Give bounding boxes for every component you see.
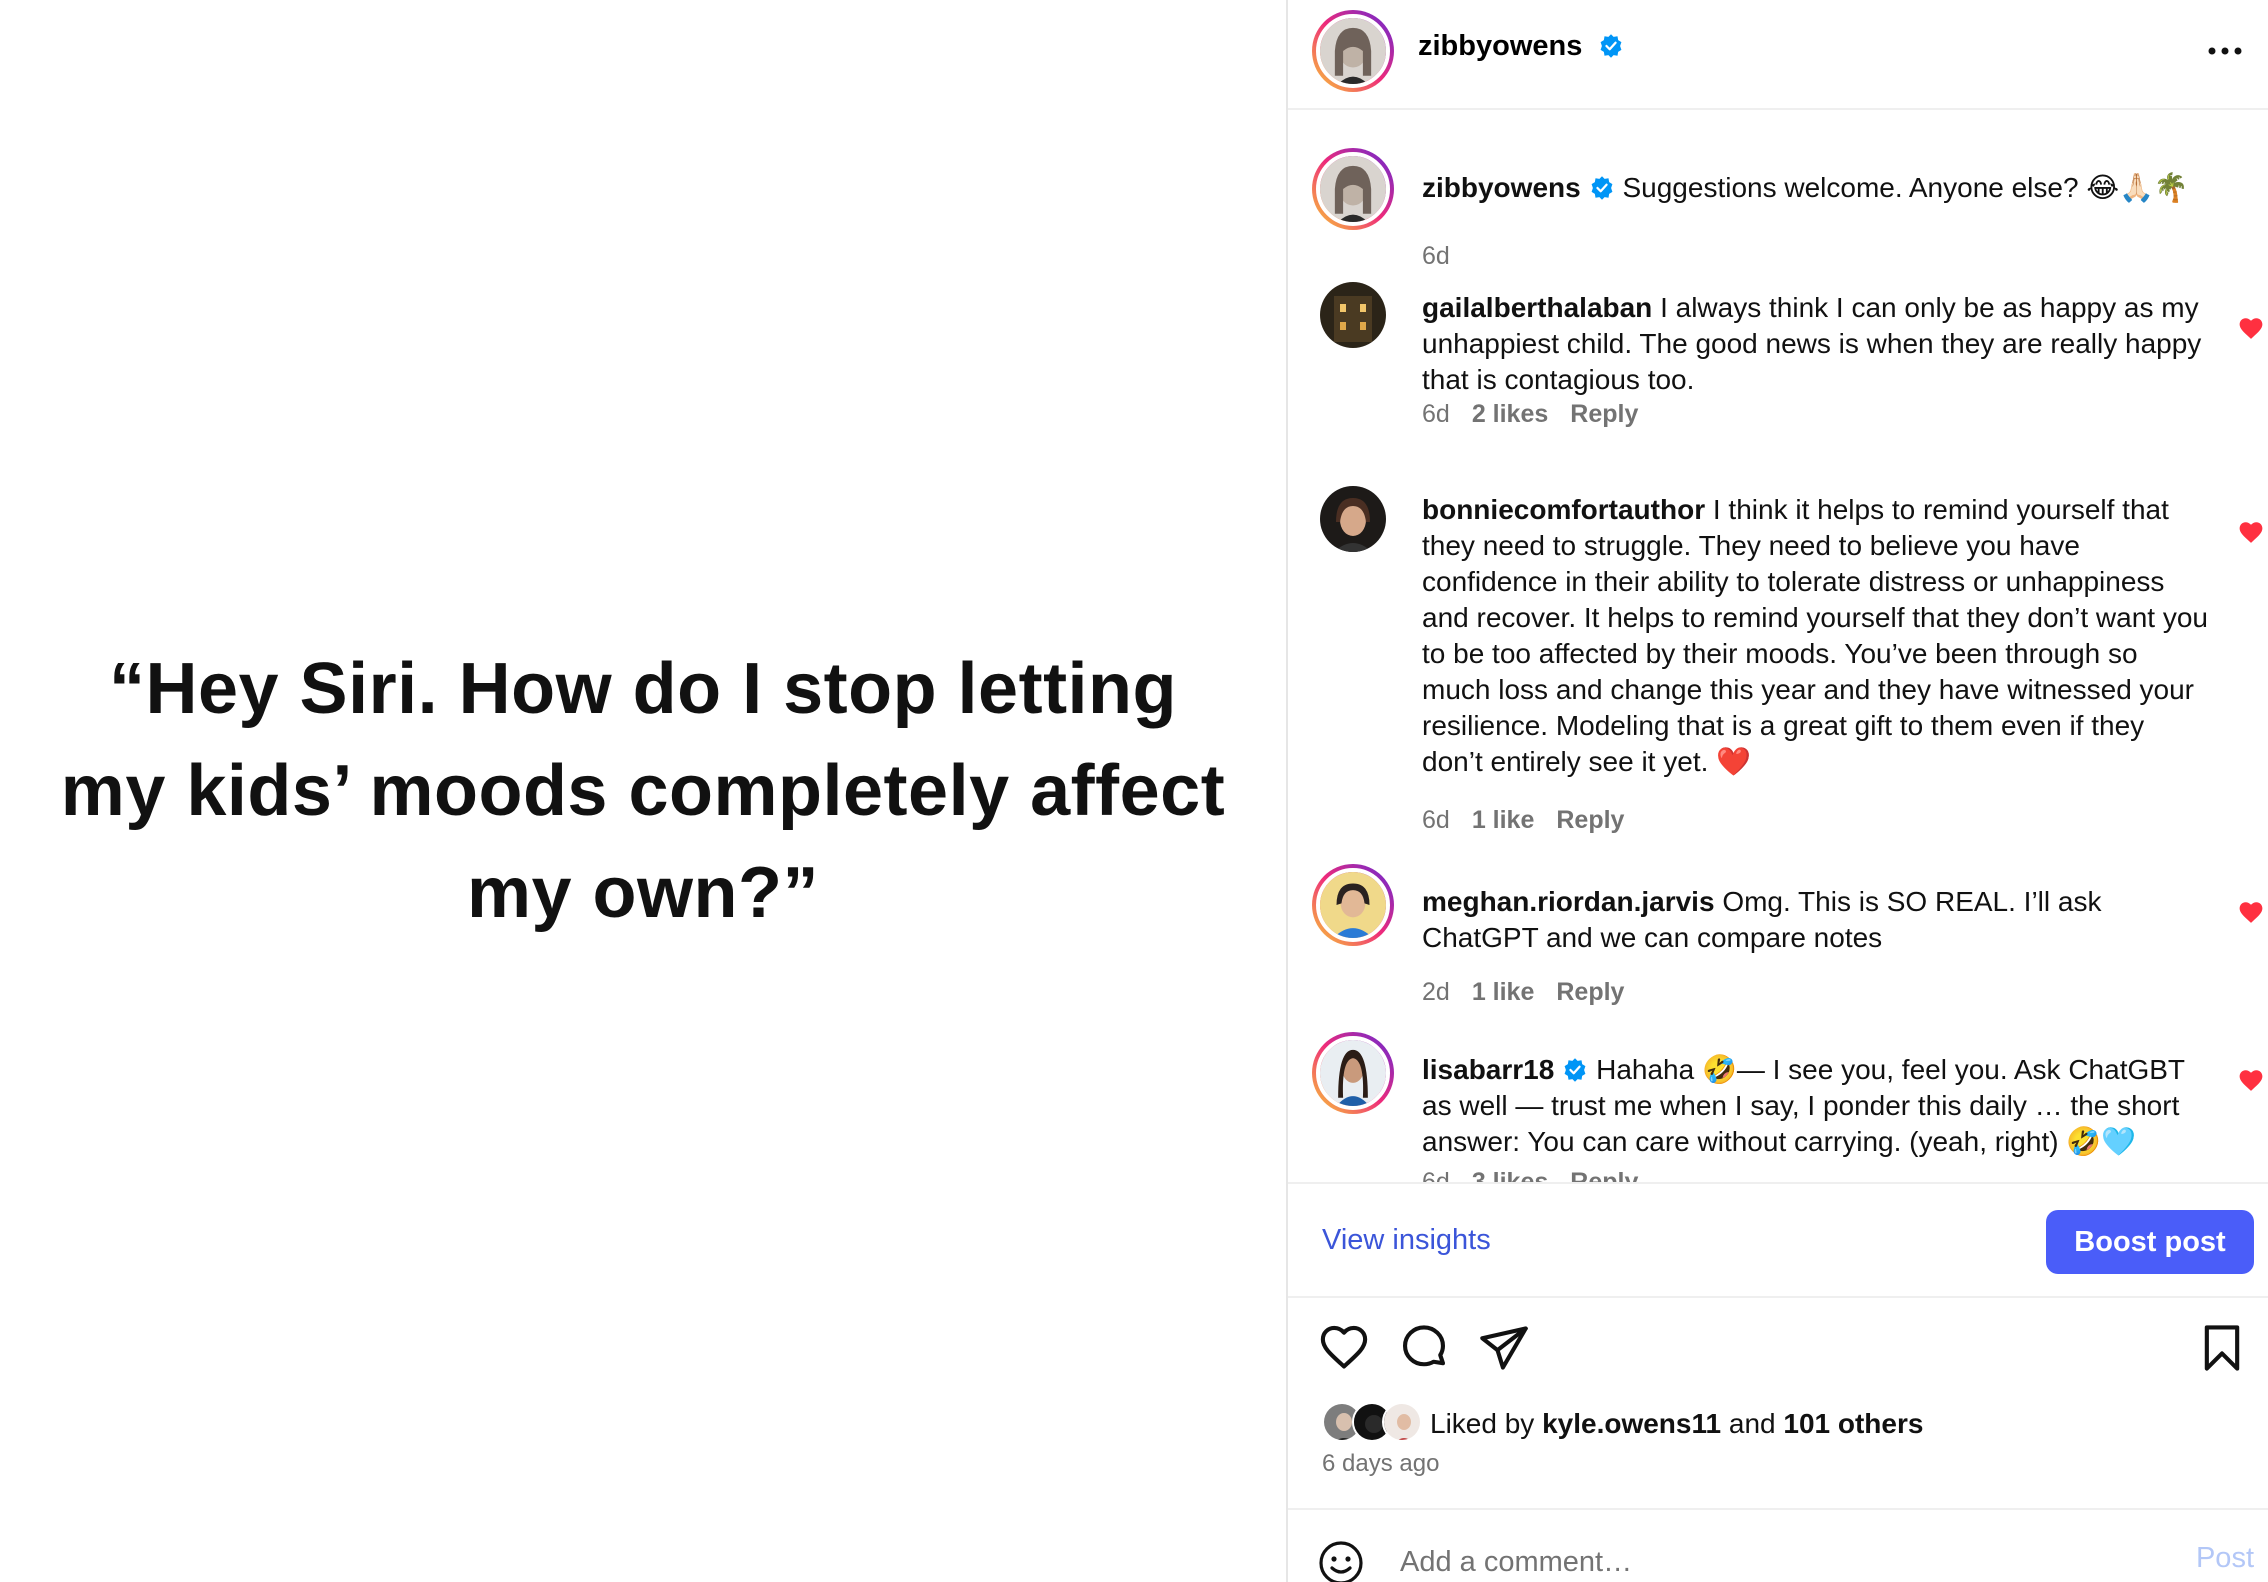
post-quote-text: “Hey Siri. How do I stop letting my kids… — [60, 649, 1226, 933]
commenter-avatar[interactable] — [1320, 282, 1386, 348]
comment-time: 6d — [1422, 806, 1450, 834]
header-username-text[interactable]: zibbyowens — [1418, 30, 1582, 62]
liked-by-user[interactable]: kyle.owens11 — [1542, 1408, 1721, 1439]
liked-heart-icon[interactable] — [2238, 1068, 2264, 1092]
comment-username[interactable]: gailalberthalaban — [1422, 292, 1652, 323]
comment-time: 2d — [1422, 978, 1450, 1006]
boost-post-button[interactable]: Boost post — [2046, 1210, 2254, 1274]
insights-bar: View insights Boost post — [1288, 1182, 2268, 1298]
comment-likes[interactable]: 1 like — [1472, 978, 1535, 1006]
comment-likes[interactable]: 2 likes — [1472, 400, 1548, 428]
post-comment-button[interactable]: Post — [2196, 1542, 2254, 1575]
comment-username[interactable]: bonniecomfortauthor — [1422, 494, 1705, 525]
comment-likes[interactable]: 3 likes — [1472, 1168, 1548, 1182]
comment-text: I think it helps to remind yourself that… — [1422, 494, 2208, 777]
author-avatar[interactable] — [1312, 10, 1394, 92]
comment-meta: 6d 2 likes Reply — [1422, 400, 1660, 429]
liked-by-others[interactable]: 101 others — [1783, 1408, 1923, 1439]
comment-body: bonniecomfortauthor I think it helps to … — [1422, 492, 2212, 780]
bookmark-icon[interactable] — [2196, 1322, 2248, 1374]
comment-body: meghan.riordan.jarvis Omg. This is SO RE… — [1422, 884, 2212, 956]
reply-button[interactable]: Reply — [1556, 978, 1624, 1006]
comment-username[interactable]: lisabarr18 — [1422, 1054, 1554, 1085]
comment-time: 6d — [1422, 1168, 1450, 1182]
liked-by-prefix: Liked by — [1430, 1408, 1535, 1439]
comment-bubble-icon[interactable] — [1398, 1322, 1450, 1374]
post-header: zibbyowens — [1288, 0, 2268, 110]
more-options-icon[interactable] — [2200, 26, 2250, 76]
comment-input[interactable] — [1400, 1542, 2100, 1582]
comment-meta: 6d 1 like Reply — [1422, 806, 1646, 835]
commenter-avatar[interactable] — [1312, 864, 1394, 946]
liked-heart-icon[interactable] — [2238, 316, 2264, 340]
post-actions: Liked by kyle.owens11 and 101 others 6 d… — [1288, 1300, 2268, 1477]
reply-button[interactable]: Reply — [1570, 400, 1638, 428]
liked-heart-icon[interactable] — [2238, 520, 2264, 544]
caption-time: 6d — [1422, 242, 1450, 270]
post-side-panel: zibbyowens zibbyowens Suggestions welcom… — [1286, 0, 2268, 1582]
post-time-ago: 6 days ago — [1322, 1450, 1440, 1477]
comment-bar: Post — [1288, 1508, 2268, 1582]
verified-badge-icon — [1601, 34, 1622, 58]
commenter-avatar[interactable] — [1320, 486, 1386, 552]
comment-body: lisabarr18 Hahaha 🤣— I see you, feel you… — [1422, 1052, 2212, 1160]
comment-time: 6d — [1422, 400, 1450, 428]
caption-body: zibbyowens Suggestions welcome. Anyone e… — [1422, 170, 2242, 206]
caption-avatar[interactable] — [1312, 148, 1394, 230]
reply-button[interactable]: Reply — [1556, 806, 1624, 834]
comment-meta: 2d 1 like Reply — [1422, 978, 1646, 1007]
emoji-icon[interactable] — [1318, 1540, 1364, 1582]
view-insights-link[interactable]: View insights — [1322, 1224, 1491, 1257]
liker-avatar — [1382, 1402, 1422, 1442]
caption-username[interactable]: zibbyowens — [1422, 172, 1581, 203]
comments-list[interactable]: zibbyowens Suggestions welcome. Anyone e… — [1288, 112, 2268, 1182]
reply-button[interactable]: Reply — [1570, 1168, 1638, 1182]
caption-text: Suggestions welcome. Anyone else? 😂🙏🏻🌴 — [1622, 172, 2189, 203]
commenter-avatar[interactable] — [1312, 1032, 1394, 1114]
comment-likes[interactable]: 1 like — [1472, 806, 1535, 834]
comment-username[interactable]: meghan.riordan.jarvis — [1422, 886, 1715, 917]
header-username[interactable]: zibbyowens — [1418, 30, 1624, 63]
verified-badge-icon — [1564, 1058, 1586, 1082]
liked-heart-icon[interactable] — [2238, 900, 2264, 924]
post-image: “Hey Siri. How do I stop letting my kids… — [0, 0, 1286, 1582]
comment-body: gailalberthalaban I always think I can o… — [1422, 290, 2212, 398]
liked-by-text: Liked by kyle.owens11 and 101 others — [1430, 1408, 1923, 1440]
verified-badge-icon — [1591, 176, 1613, 200]
share-send-icon[interactable] — [1478, 1322, 1530, 1374]
liked-by-middle: and — [1728, 1408, 1776, 1439]
like-heart-icon[interactable] — [1318, 1322, 1370, 1374]
comment-meta: 6d 3 likes Reply — [1422, 1168, 1660, 1182]
caption-meta: 6d — [1422, 242, 1472, 271]
